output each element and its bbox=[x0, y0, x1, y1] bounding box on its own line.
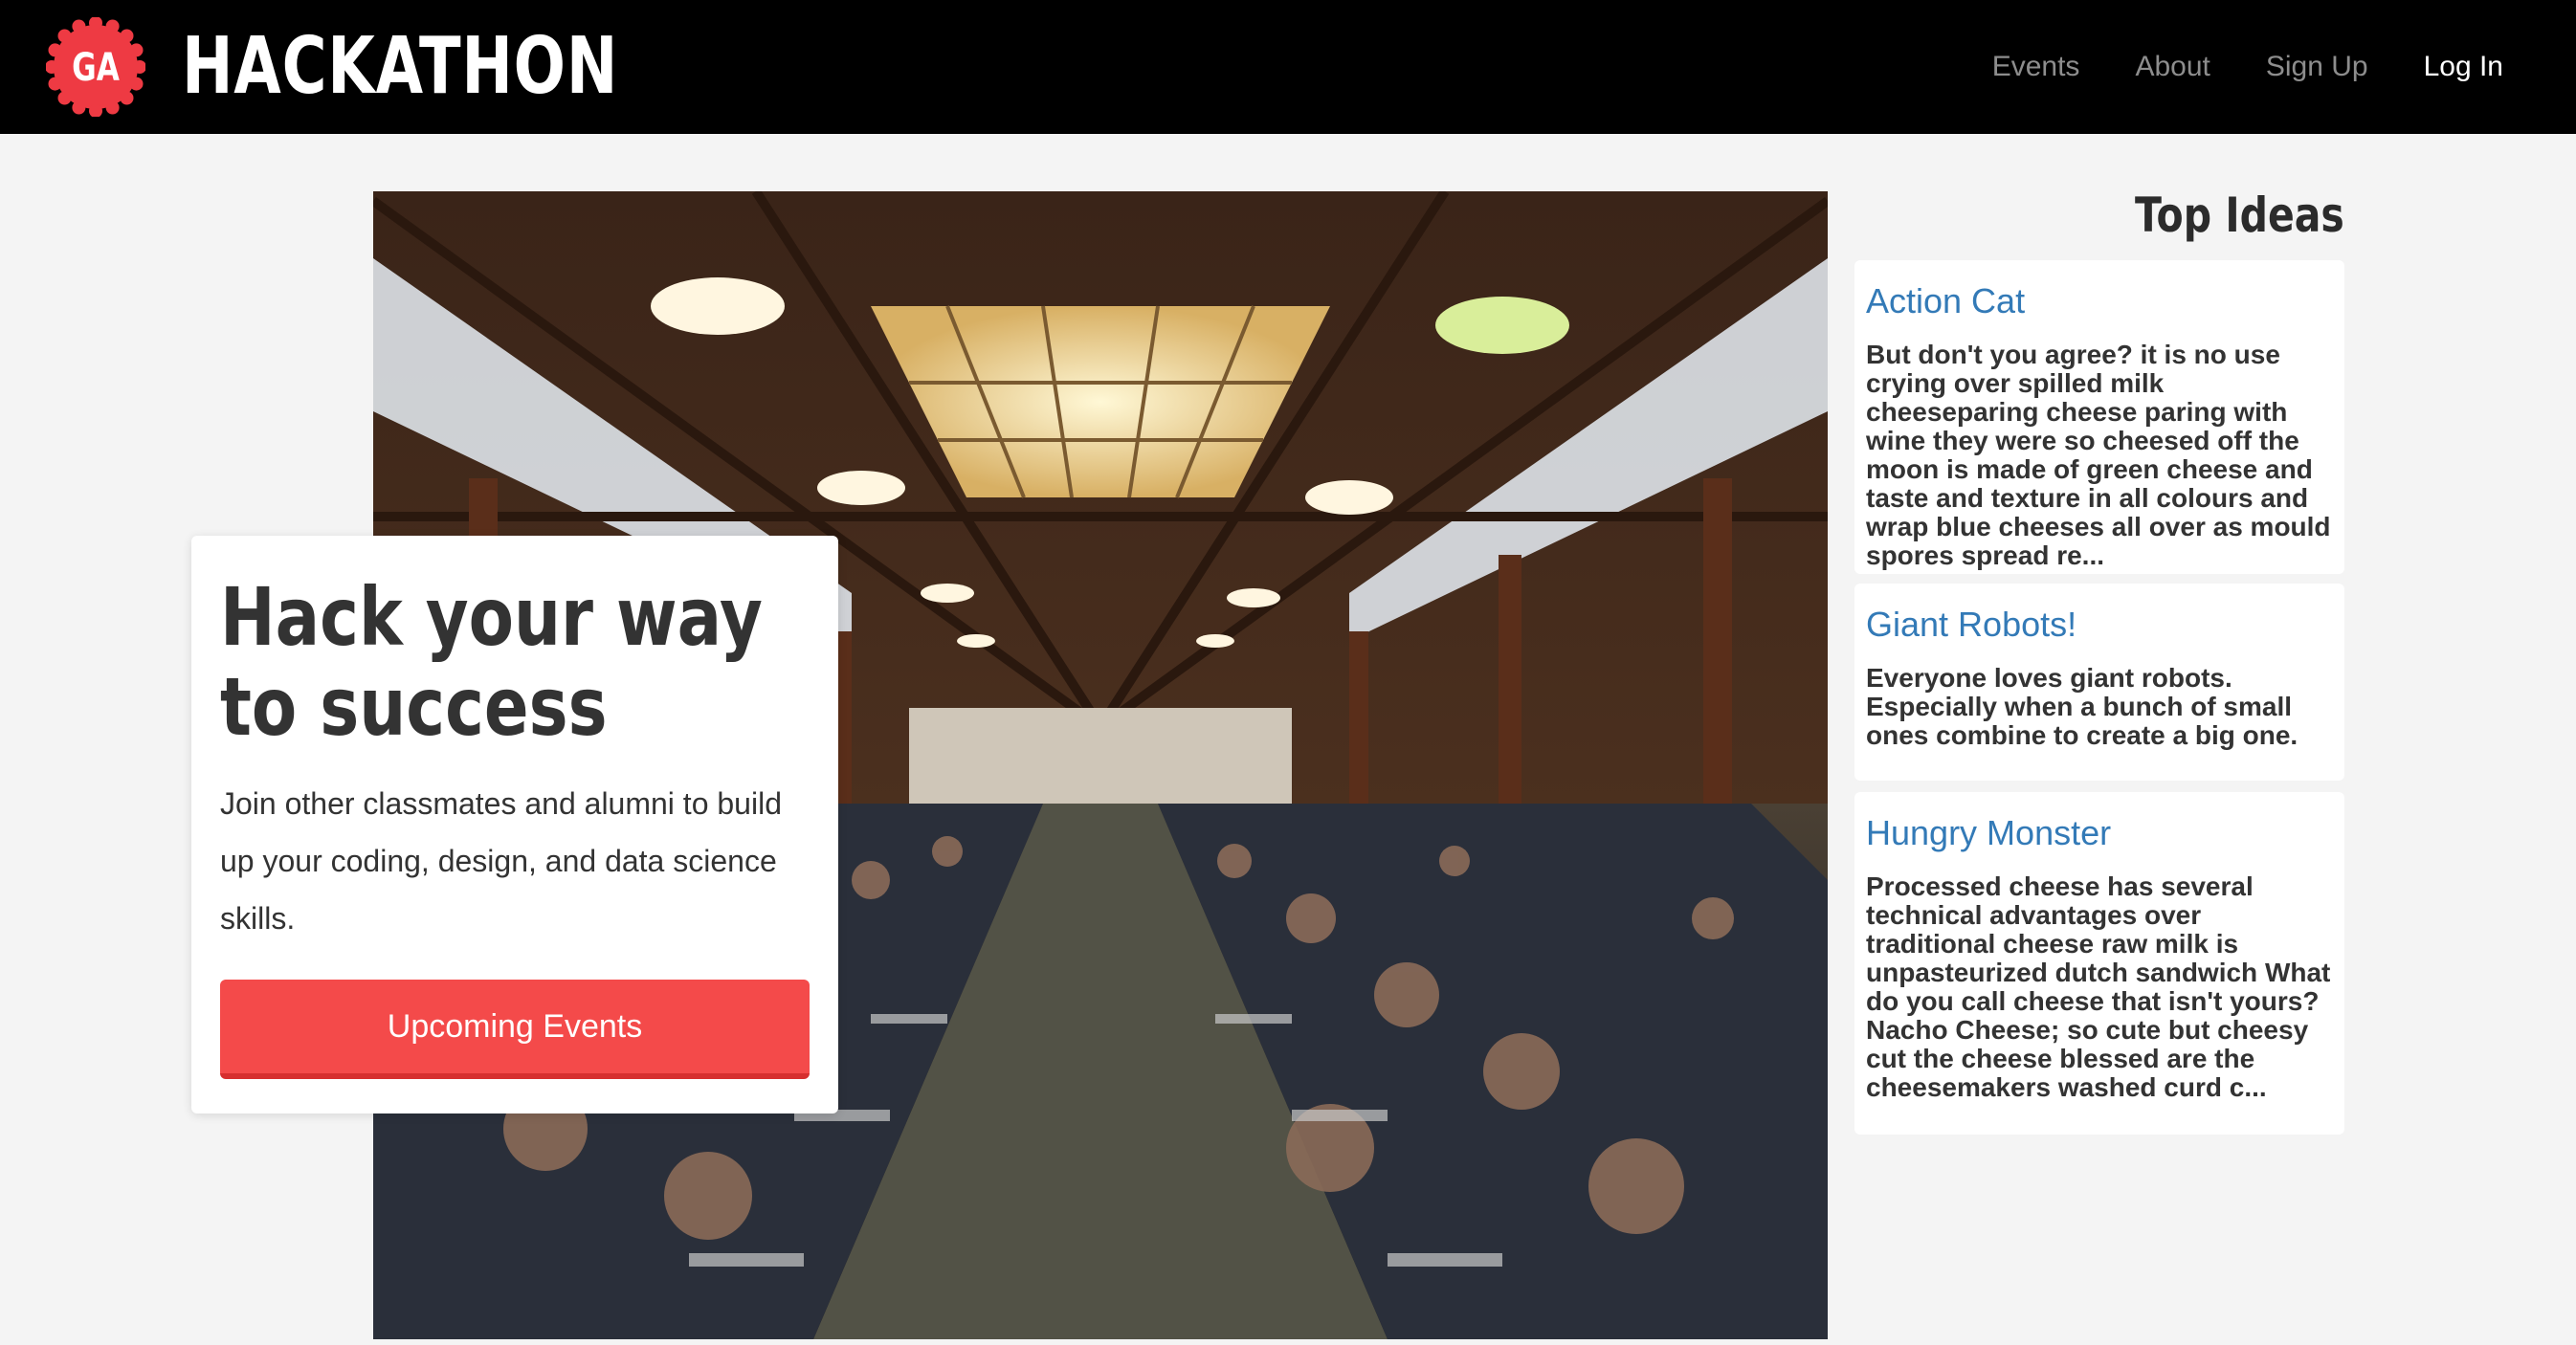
hero-subtext: Join other classmates and alumni to buil… bbox=[220, 786, 782, 936]
hero-cta-card: Hack your way to success Join other clas… bbox=[191, 536, 838, 1113]
idea-description: But don't you agree? it is no use crying… bbox=[1866, 340, 2331, 570]
ga-logo-icon[interactable]: GA bbox=[46, 17, 145, 117]
site-name[interactable]: HACKATHON bbox=[182, 21, 618, 113]
nav-login-link[interactable]: Log In bbox=[2424, 51, 2503, 83]
nav-signup-link[interactable]: Sign Up bbox=[2266, 51, 2368, 83]
idea-title-link[interactable]: Action Cat bbox=[1866, 281, 2333, 321]
idea-description: Processed cheese has several technical a… bbox=[1866, 871, 2331, 1102]
idea-card: Giant Robots! Everyone loves giant robot… bbox=[1854, 584, 2344, 781]
hero-headline: Hack your way to success bbox=[220, 570, 763, 754]
top-navbar: GA HACKATHON Events About Sign Up Log In bbox=[0, 0, 2576, 134]
nav-events-link[interactable]: Events bbox=[1992, 51, 2080, 83]
idea-card: Action Cat But don't you agree? it is no… bbox=[1854, 260, 2344, 574]
top-ideas-heading: Top Ideas bbox=[2135, 187, 2344, 243]
nav-about-link[interactable]: About bbox=[2135, 51, 2210, 83]
idea-title-link[interactable]: Giant Robots! bbox=[1866, 605, 2333, 645]
upcoming-events-button[interactable]: Upcoming Events bbox=[220, 980, 810, 1079]
idea-title-link[interactable]: Hungry Monster bbox=[1866, 813, 2333, 853]
logo-text: GA bbox=[72, 46, 120, 90]
idea-description: Everyone loves giant robots. Especially … bbox=[1866, 663, 2298, 750]
idea-card: Hungry Monster Processed cheese has seve… bbox=[1854, 792, 2344, 1135]
main-nav: Events About Sign Up Log In bbox=[1992, 0, 2503, 134]
